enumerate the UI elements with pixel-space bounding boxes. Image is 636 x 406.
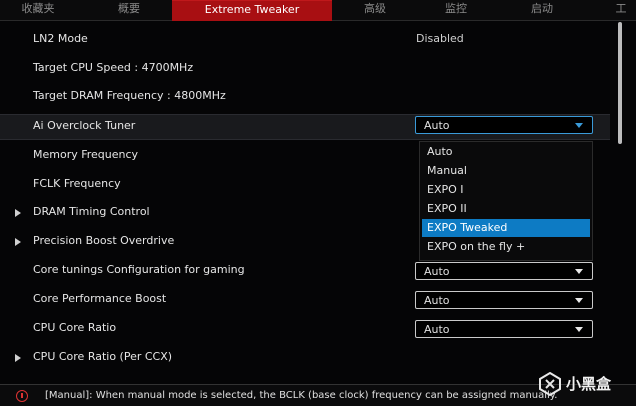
info-icon (16, 390, 28, 402)
setting-label: Ai Overclock Tuner (33, 119, 136, 132)
chevron-down-icon (575, 298, 583, 303)
select-value: Auto (424, 323, 450, 336)
tab-tool[interactable]: 工 (606, 0, 636, 20)
setting-label: FCLK Frequency (33, 177, 121, 190)
expand-arrow-icon (15, 354, 21, 362)
watermark-text: 小黑盒 (566, 375, 612, 393)
expand-arrow-icon (15, 209, 21, 217)
ai-overclock-tuner-dropdown: Auto Manual EXPO I EXPO II EXPO Tweaked … (419, 141, 593, 261)
ai-overclock-tuner-select[interactable]: Auto (415, 116, 593, 134)
setting-label: Precision Boost Overdrive (33, 234, 175, 247)
setting-label: Core Performance Boost (33, 292, 167, 305)
tab-extreme-tweaker[interactable]: Extreme Tweaker (172, 0, 332, 21)
setting-label: CPU Core Ratio (Per CCX) (33, 350, 173, 363)
xiaoheihe-logo-icon (539, 372, 561, 396)
tab-main[interactable]: 概要 (104, 0, 154, 20)
setting-label: LN2 Mode (33, 32, 88, 45)
core-performance-boost-select[interactable]: Auto (415, 291, 593, 309)
setting-label: Target DRAM Frequency : 4800MHz (33, 89, 226, 102)
help-text: [Manual]: When manual mode is selected, … (45, 390, 558, 401)
setting-label: DRAM Timing Control (33, 205, 150, 218)
setting-ln2-mode[interactable]: LN2 Mode Disabled (0, 28, 610, 52)
dropdown-option-expo-on-the-fly[interactable]: EXPO on the fly + (422, 238, 590, 256)
top-tab-bar: 收藏夹 概要 Extreme Tweaker 高级 监控 启动 工 (0, 0, 636, 21)
dropdown-option-expo-ii[interactable]: EXPO II (422, 200, 590, 218)
dropdown-option-expo-tweaked[interactable]: EXPO Tweaked (422, 219, 590, 237)
setting-target-cpu-speed: Target CPU Speed : 4700MHz (0, 57, 610, 81)
setting-label: CPU Core Ratio (33, 321, 117, 334)
scrollbar[interactable] (618, 22, 622, 144)
expand-arrow-icon (15, 238, 21, 246)
select-value: Auto (424, 119, 450, 132)
cpu-core-ratio-select[interactable]: Auto (415, 320, 593, 338)
xiaoheihe-watermark: 小黑盒 (536, 370, 632, 398)
dropdown-option-expo-i[interactable]: EXPO I (422, 181, 590, 199)
setting-value: Disabled (416, 32, 464, 45)
tab-advanced[interactable]: 高级 (350, 0, 400, 20)
tab-boot[interactable]: 启动 (514, 0, 570, 20)
tab-favorites[interactable]: 收藏夹 (10, 0, 66, 20)
setting-target-dram-frequency: Target DRAM Frequency : 4800MHz (0, 85, 610, 109)
core-tunings-select[interactable]: Auto (415, 262, 593, 280)
chevron-down-icon (575, 269, 583, 274)
chevron-down-icon (575, 123, 583, 128)
setting-cpu-core-ratio-per-ccx[interactable]: CPU Core Ratio (Per CCX) (0, 346, 610, 370)
setting-label: Core tunings Configuration for gaming (33, 263, 245, 276)
dropdown-option-auto[interactable]: Auto (422, 143, 590, 161)
dropdown-option-manual[interactable]: Manual (422, 162, 590, 180)
chevron-down-icon (575, 327, 583, 332)
select-value: Auto (424, 294, 450, 307)
tab-monitor[interactable]: 监控 (428, 0, 484, 20)
setting-label: Target CPU Speed : 4700MHz (33, 61, 194, 74)
setting-label: Memory Frequency (33, 148, 139, 161)
select-value: Auto (424, 265, 450, 278)
